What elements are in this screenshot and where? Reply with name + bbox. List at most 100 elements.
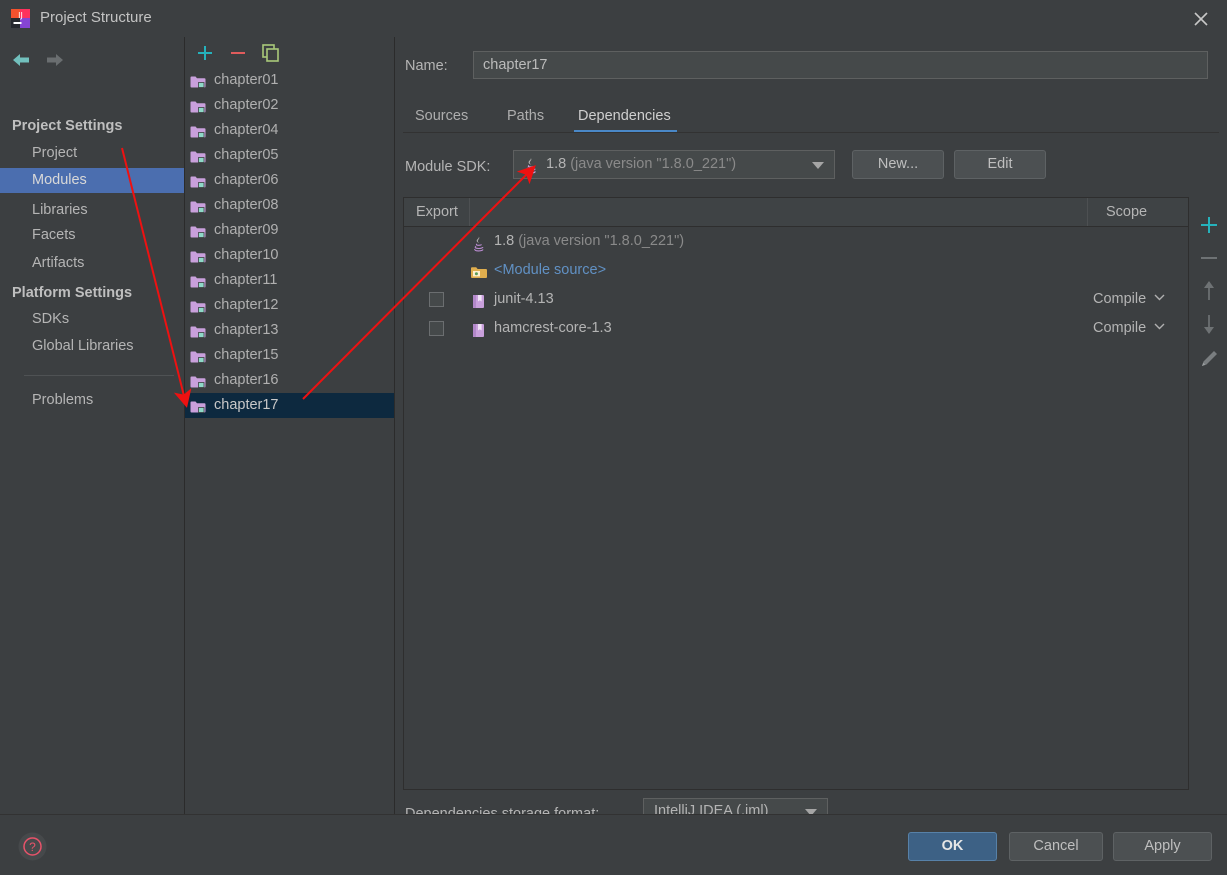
module-list-item[interactable]: chapter05 [185, 143, 394, 168]
module-list-item[interactable]: chapter13 [185, 318, 394, 343]
nav-history-controls [10, 49, 80, 71]
sidebar-item-global-libraries[interactable]: Global Libraries [0, 334, 184, 359]
module-list-item[interactable]: chapter04 [185, 118, 394, 143]
sidebar-item-modules[interactable]: Modules [0, 168, 184, 193]
module-list-item-label: chapter05 [214, 147, 279, 163]
module-folder-icon [190, 348, 206, 363]
settings-sidebar: Project Settings Project Modules Librari… [0, 37, 185, 814]
dependency-scope-dropdown[interactable]: Compile [1093, 285, 1165, 314]
name-label: Name: [405, 58, 448, 74]
apply-button[interactable]: Apply [1113, 832, 1212, 861]
ok-button[interactable]: OK [908, 832, 997, 861]
cancel-button[interactable]: Cancel [1009, 832, 1103, 861]
module-folder-icon [190, 148, 206, 163]
module-folder-icon [190, 73, 206, 88]
project-structure-dialog: IJ Project Structure Project Settings Pr… [0, 0, 1227, 875]
dependency-name-main: hamcrest-core-1.3 [494, 320, 612, 336]
module-list-item[interactable]: chapter06 [185, 168, 394, 193]
module-list-item-label: chapter16 [214, 372, 279, 388]
dependency-row[interactable]: junit-4.13 Compile [404, 285, 1188, 314]
sidebar-item-project[interactable]: Project [0, 141, 184, 166]
plus-icon[interactable] [1195, 209, 1223, 242]
export-checkbox[interactable] [429, 321, 444, 336]
back-arrow-icon[interactable] [10, 49, 34, 71]
module-list-item-label: chapter11 [214, 272, 278, 288]
module-sdk-detail: (java version "1.8.0_221") [570, 156, 737, 172]
module-list-item[interactable]: chapter15 [185, 343, 394, 368]
dependency-row[interactable]: hamcrest-core-1.3 Compile [404, 314, 1188, 343]
minus-icon[interactable] [227, 42, 251, 64]
library-icon [470, 320, 488, 337]
sidebar-item-libraries[interactable]: Libraries [0, 198, 184, 223]
module-list-item[interactable]: chapter10 [185, 243, 394, 268]
tab-paths[interactable]: Paths [497, 103, 564, 133]
module-list-item-label: chapter01 [214, 72, 279, 88]
module-folder-icon [190, 223, 206, 238]
dependencies-table-header: Export Scope [404, 198, 1188, 227]
dependencies-table-body: 1.8 (java version "1.8.0_221") <Module so… [404, 227, 1188, 789]
sidebar-item-artifacts[interactable]: Artifacts [0, 251, 184, 276]
module-folder-icon [190, 98, 206, 113]
sidebar-divider [24, 375, 174, 376]
module-list-item[interactable]: chapter17 [185, 393, 394, 418]
module-list-item[interactable]: chapter02 [185, 93, 394, 118]
sidebar-item-sdks[interactable]: SDKs [0, 307, 184, 332]
dependencies-side-toolbar [1195, 197, 1223, 427]
module-sdk-value: 1.8 (java version "1.8.0_221") [546, 156, 736, 172]
module-list-item[interactable]: chapter16 [185, 368, 394, 393]
java-icon [470, 233, 488, 252]
dependency-row[interactable]: <Module source> [404, 256, 1188, 285]
modules-panel: chapter01 chapter02 chapter04 chapter05 chap… [185, 37, 395, 814]
arrow-up-icon[interactable] [1195, 275, 1223, 308]
module-list-item[interactable]: chapter08 [185, 193, 394, 218]
tab-sources[interactable]: Sources [405, 103, 491, 133]
sidebar-item-facets[interactable]: Facets [0, 223, 184, 248]
intellij-idea-icon: IJ [11, 9, 30, 28]
module-name-input[interactable] [473, 51, 1208, 79]
dependencies-table: Export Scope 1.8 (java version "1.8.0_22… [403, 197, 1189, 790]
dependency-scope-value: Compile [1093, 320, 1147, 336]
module-sdk-dropdown[interactable]: 1.8 (java version "1.8.0_221") [513, 150, 835, 179]
java-icon [522, 156, 539, 174]
module-list-item-label: chapter06 [214, 172, 279, 188]
dependency-scope-dropdown[interactable]: Compile [1093, 314, 1165, 343]
export-checkbox[interactable] [429, 292, 444, 307]
module-folder-icon [190, 198, 206, 213]
module-folder-icon [190, 248, 206, 263]
module-list-item-label: chapter17 [214, 397, 279, 413]
module-source-folder-icon [470, 262, 488, 279]
module-folder-icon [190, 298, 206, 313]
column-header-export[interactable]: Export [404, 198, 470, 226]
edit-sdk-button[interactable]: Edit [954, 150, 1046, 179]
module-list-item[interactable]: chapter11 [185, 268, 394, 293]
forward-arrow-icon[interactable] [42, 49, 66, 71]
module-folder-icon [190, 398, 206, 413]
module-folder-icon [190, 273, 206, 288]
tab-dependencies[interactable]: Dependencies [568, 103, 683, 133]
nav-group-title-platform-settings: Platform Settings [12, 285, 133, 301]
module-list-item-label: chapter13 [214, 322, 279, 338]
module-list-item-label: chapter12 [214, 297, 279, 313]
module-sdk-label: Module SDK: [405, 159, 491, 175]
module-folder-icon [190, 173, 206, 188]
dependency-name-main: 1.8 [494, 233, 515, 249]
module-list-item[interactable]: chapter12 [185, 293, 394, 318]
close-icon[interactable] [1191, 9, 1211, 29]
copy-icon[interactable] [259, 42, 283, 64]
dependency-name-main: junit-4.13 [494, 291, 554, 307]
module-list-item[interactable]: chapter01 [185, 68, 394, 93]
column-header-name[interactable] [470, 198, 1088, 226]
column-header-scope[interactable]: Scope [1088, 198, 1188, 226]
module-list-item[interactable]: chapter09 [185, 218, 394, 243]
modules-list[interactable]: chapter01 chapter02 chapter04 chapter05 chap… [185, 68, 394, 814]
minus-icon[interactable] [1195, 242, 1223, 275]
plus-icon[interactable] [194, 42, 218, 64]
dependency-row[interactable]: 1.8 (java version "1.8.0_221") [404, 227, 1188, 256]
module-editor-panel: Name: Sources Paths Dependencies Module … [395, 37, 1227, 826]
arrow-down-icon[interactable] [1195, 308, 1223, 341]
edit-pencil-icon[interactable] [1195, 344, 1223, 377]
new-sdk-button[interactable]: New... [852, 150, 944, 179]
svg-text:IJ: IJ [18, 11, 23, 20]
sidebar-item-problems[interactable]: Problems [0, 388, 184, 413]
help-question-icon[interactable]: ? [18, 832, 47, 861]
